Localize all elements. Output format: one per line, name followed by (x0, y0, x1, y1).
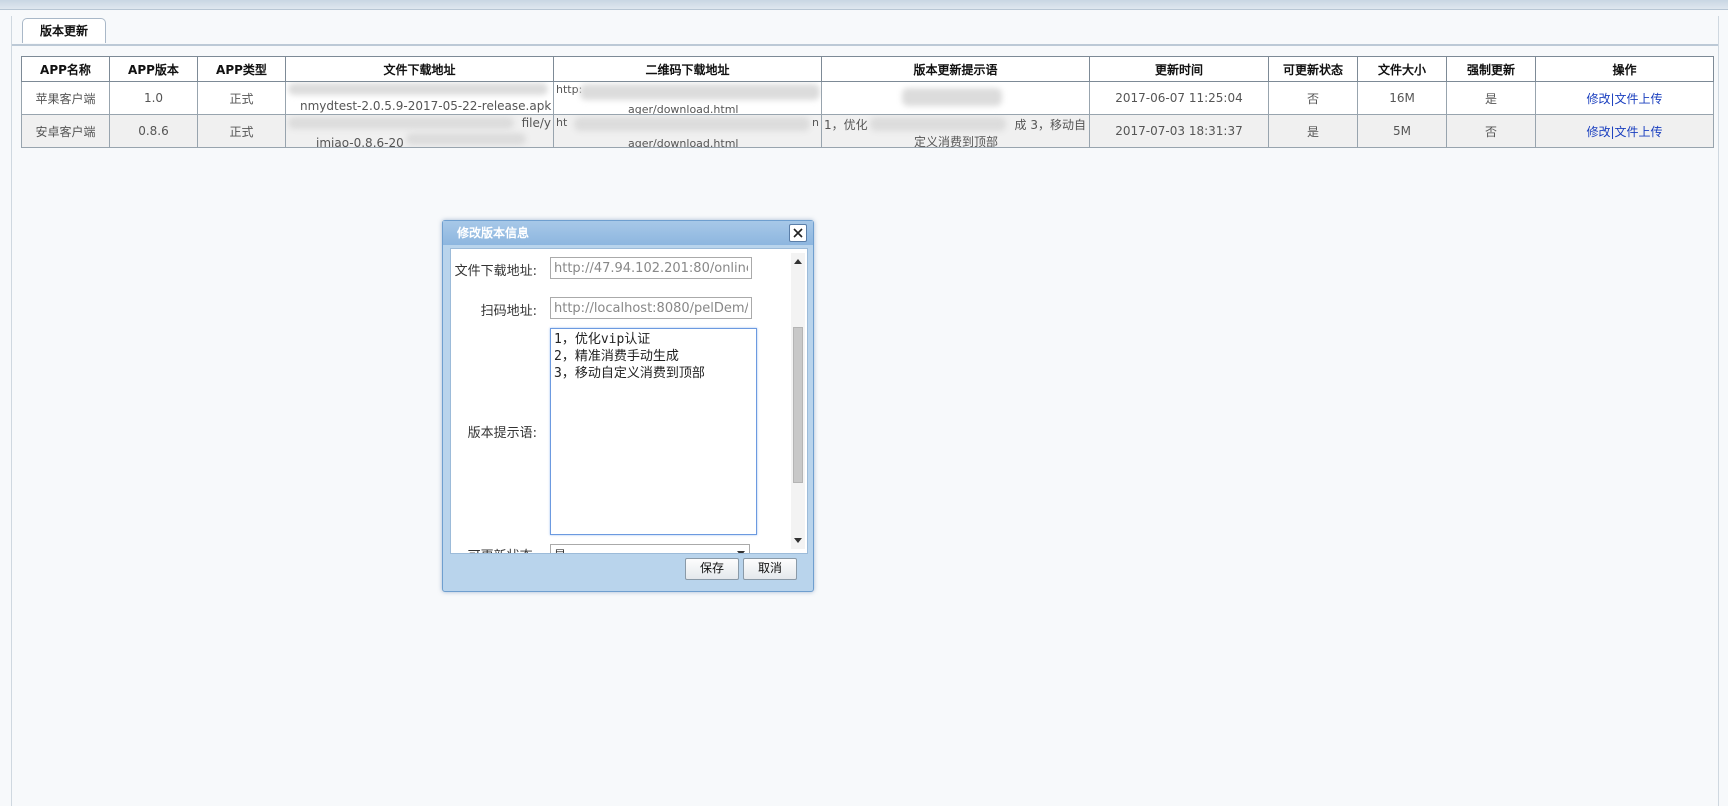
tab-strip: 版本更新 (12, 16, 1718, 46)
file-url-label: 文件下载地址: (454, 264, 537, 279)
col-header-app-name: APP名称 (21, 56, 110, 82)
cell-app-type: 正式 (197, 114, 286, 148)
main-panel: 版本更新 APP名称 APP版本 APP类型 文件下载地址 二维码下载地址 版本… (11, 16, 1719, 806)
tip-top-left-text: 1，优化 (824, 118, 868, 132)
redacted-block (288, 83, 548, 95)
edit-link[interactable]: 修改 (1586, 125, 1610, 139)
cell-update-tip (821, 81, 1090, 115)
cell-file-size: 5M (1357, 114, 1447, 148)
redacted-block (406, 133, 526, 145)
table-row: 安卓客户端 0.8.6 正式 file/y imiao-0.8.6-20 ht … (21, 114, 1714, 148)
tip-bottom-text: 定义消费到顶部 (914, 135, 999, 148)
top-bar (0, 0, 1728, 10)
cell-file-url: nmydtest-2.0.5.9-2017-05-22-release.apk (285, 81, 554, 115)
col-header-app-version: APP版本 (109, 56, 198, 82)
scroll-thumb[interactable] (793, 327, 803, 483)
cell-app-version: 0.8.6 (109, 114, 198, 148)
cancel-button[interactable]: 取消 (743, 558, 797, 580)
form-row-file-url: 文件下载地址: (451, 257, 781, 281)
col-header-qr-url: 二维码下载地址 (553, 56, 822, 82)
col-header-updatable-status: 可更新状态 (1268, 56, 1358, 82)
qr-url-top-text: ht (556, 116, 568, 129)
redacted-block (574, 117, 810, 131)
dialog-title: 修改版本信息 (443, 221, 813, 245)
dialog-scrollbar[interactable] (791, 253, 805, 549)
tip-textarea[interactable] (550, 328, 757, 535)
tip-top-right-text: 成 3，移动自 (1014, 118, 1086, 132)
edit-link[interactable]: 修改 (1586, 92, 1610, 106)
form-row-tip: 版本提示语: (451, 328, 781, 538)
cell-file-url: file/y imiao-0.8.6-20 (285, 114, 554, 148)
cell-file-size: 16M (1357, 81, 1447, 115)
file-url-input[interactable] (550, 257, 752, 279)
cell-force-update: 是 (1446, 81, 1536, 115)
cell-force-update: 否 (1446, 114, 1536, 148)
col-header-force-update: 强制更新 (1446, 56, 1536, 82)
save-button[interactable]: 保存 (685, 558, 739, 580)
dialog-body: 文件下载地址: 扫码地址: 版本提示语: 可更新状态: 是 (450, 248, 808, 554)
scroll-up-arrow-icon[interactable] (794, 259, 802, 264)
cell-update-tip: 1，优化 成 3，移动自 定义消费到顶部 (821, 114, 1090, 148)
qr-url-bottom-text: ager/download.html (628, 103, 739, 115)
close-button[interactable] (789, 224, 807, 242)
file-url-text: nmydtest-2.0.5.9-2017-05-22-release.apk (300, 99, 552, 113)
cell-updatable-status: 否 (1268, 81, 1358, 115)
cell-qr-url: ht n ager/download.html (553, 114, 822, 148)
edit-version-dialog: 修改版本信息 文件下载地址: 扫码地址: 版本提示语: 可更新状态: 是 (442, 220, 814, 592)
col-header-file-url: 文件下载地址 (285, 56, 554, 82)
qr-url-top-text: http: (556, 83, 583, 96)
col-header-app-type: APP类型 (197, 56, 286, 82)
cell-update-time: 2017-07-03 18:31:37 (1089, 114, 1269, 148)
qr-url-right-text: n (812, 116, 819, 129)
file-url-top-text: file/y (521, 116, 551, 130)
close-icon (793, 228, 803, 238)
redacted-block (870, 117, 1006, 131)
cell-app-name: 安卓客户端 (21, 114, 110, 148)
qr-url-label: 扫码地址: (480, 304, 537, 319)
col-header-update-tip: 版本更新提示语 (821, 56, 1090, 82)
scroll-down-arrow-icon[interactable] (794, 538, 802, 543)
upload-file-link[interactable]: 文件上传 (1615, 125, 1663, 139)
cell-actions: 修改|文件上传 (1535, 81, 1714, 115)
tip-label: 版本提示语: (467, 426, 537, 441)
table-header-row: APP名称 APP版本 APP类型 文件下载地址 二维码下载地址 版本更新提示语… (21, 56, 1714, 82)
col-header-update-time: 更新时间 (1089, 56, 1269, 82)
cell-qr-url: http: ager/download.html (553, 81, 822, 115)
qr-url-input[interactable] (550, 297, 752, 319)
cell-update-time: 2017-06-07 11:25:04 (1089, 81, 1269, 115)
redacted-block (288, 117, 514, 129)
file-url-bottom-text: imiao-0.8.6-20 (316, 136, 404, 148)
cell-app-version: 1.0 (109, 81, 198, 115)
form-row-qr-url: 扫码地址: (451, 297, 781, 321)
cell-updatable-status: 是 (1268, 114, 1358, 148)
upload-file-link[interactable]: 文件上传 (1615, 92, 1663, 106)
redacted-block (902, 88, 1002, 106)
cell-app-type: 正式 (197, 81, 286, 115)
table-row: 苹果客户端 1.0 正式 nmydtest-2.0.5.9-2017-05-22… (21, 81, 1714, 115)
qr-url-bottom-text: ager/download.html (628, 137, 739, 148)
cell-actions: 修改|文件上传 (1535, 114, 1714, 148)
col-header-file-size: 文件大小 (1357, 56, 1447, 82)
dialog-footer: 保存 取消 (450, 553, 806, 583)
cell-app-name: 苹果客户端 (21, 81, 110, 115)
redacted-block (580, 84, 820, 100)
col-header-actions: 操作 (1535, 56, 1714, 82)
version-table: APP名称 APP版本 APP类型 文件下载地址 二维码下载地址 版本更新提示语… (21, 56, 1714, 148)
tab-version-update[interactable]: 版本更新 (22, 18, 106, 43)
